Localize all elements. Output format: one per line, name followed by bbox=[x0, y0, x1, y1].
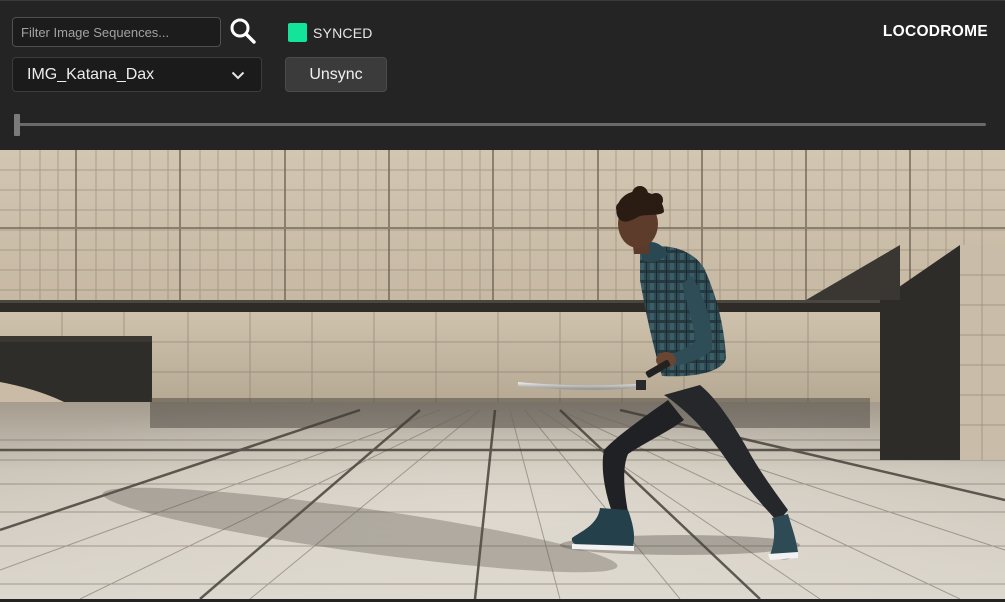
timeline-track bbox=[18, 123, 986, 126]
search-icon bbox=[230, 18, 256, 44]
unsync-button[interactable]: Unsync bbox=[285, 57, 387, 92]
brand-logo: LOCODROME bbox=[882, 23, 988, 40]
sync-status-label: SYNCED bbox=[313, 25, 373, 41]
timeline-slider[interactable] bbox=[14, 113, 988, 137]
toolbar: SYNCED LOCODROME IMG_Katana_Dax Unsync bbox=[0, 0, 1005, 150]
render-viewport bbox=[0, 150, 1005, 599]
search-button[interactable] bbox=[228, 15, 258, 47]
filter-sequences-input[interactable] bbox=[12, 17, 221, 47]
render-frame bbox=[0, 150, 1005, 599]
timeline-thumb[interactable] bbox=[14, 114, 20, 136]
sync-status-indicator bbox=[288, 23, 307, 42]
sequence-select-value: IMG_Katana_Dax bbox=[27, 66, 155, 83]
sequence-select[interactable]: IMG_Katana_Dax bbox=[12, 57, 262, 92]
chevron-down-icon bbox=[231, 71, 245, 80]
